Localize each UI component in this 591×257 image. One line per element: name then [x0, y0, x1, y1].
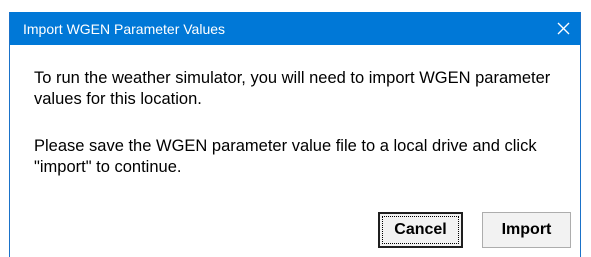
- title-bar[interactable]: Import WGEN Parameter Values: [10, 12, 580, 45]
- import-button[interactable]: Import: [482, 212, 571, 248]
- message-paragraph-1: To run the weather simulator, you will n…: [34, 69, 551, 108]
- import-dialog: Import WGEN Parameter Values To run the …: [9, 12, 581, 257]
- dialog-body: To run the weather simulator, you will n…: [10, 45, 580, 257]
- close-button[interactable]: [546, 12, 580, 45]
- cancel-button[interactable]: Cancel: [378, 212, 463, 248]
- dialog-title: Import WGEN Parameter Values: [23, 21, 226, 37]
- close-icon: [557, 22, 570, 35]
- message-paragraph-2: Please save the WGEN parameter value fil…: [34, 137, 537, 176]
